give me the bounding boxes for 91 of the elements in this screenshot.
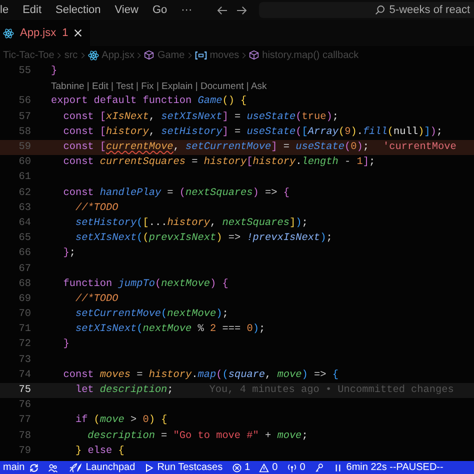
tab-label: App.jsx — [20, 27, 56, 39]
code-line: setCurrentMove(nextMove); — [74, 309, 228, 320]
chevron-icon — [137, 52, 142, 58]
line-number: 60 — [18, 157, 31, 168]
search-text: 5-weeks of react — [389, 4, 470, 16]
line-number: 64 — [18, 218, 31, 229]
cube-icon — [144, 50, 154, 60]
line-number: 69 — [18, 294, 31, 305]
forward-arrow-icon[interactable] — [236, 6, 248, 14]
line-number: 61 — [18, 172, 31, 184]
line-number: 68 — [18, 278, 31, 290]
chevron-icon — [57, 52, 62, 58]
launchpad-button[interactable]: Launchpad — [66, 462, 136, 473]
line-number: 72 — [18, 339, 31, 350]
error-hint: 'currentMove — [383, 142, 456, 154]
line-number: 67 — [18, 264, 31, 275]
line-number: 58 — [18, 126, 31, 138]
chevron-icon — [242, 52, 246, 58]
warning-count[interactable]: 0 — [259, 462, 278, 473]
editor-tab[interactable]: App.jsx 1 — [0, 20, 90, 46]
blame-annotation: You, 4 minutes ago • Uncommitted changes — [209, 385, 454, 396]
play-icon — [144, 462, 154, 472]
code-line: if (move > 0) { — [74, 415, 168, 426]
cube-icon — [249, 50, 260, 60]
line-number: 70 — [18, 309, 31, 320]
line-number: 66 — [18, 248, 31, 260]
menu-item[interactable]: ··· — [174, 4, 200, 16]
react-icon — [3, 28, 14, 38]
broadcast-icon — [286, 462, 297, 472]
code-line: const handlePlay = (nextSquares) => { — [62, 188, 290, 199]
chevron-icon — [80, 52, 85, 58]
error-icon — [232, 462, 242, 472]
code-line: export default function Game() { — [51, 96, 247, 108]
line-number: 59 — [18, 142, 31, 154]
code-line: const [currentMove, setCurrentMove] = useState(0); — [62, 142, 370, 154]
accounts-button[interactable] — [48, 462, 58, 472]
search-field[interactable]: 5-weeks of react — [259, 2, 474, 18]
code-lens[interactable]: Tabnine | Edit | Test | Fix | Explain | Document | Ask — [51, 81, 267, 92]
warning-icon — [259, 462, 270, 472]
line-number: 57 — [18, 112, 31, 123]
code-line: const [history, setHistory] = useState([Array(9).fill(null)]); — [62, 126, 442, 138]
line-number: 55 — [18, 66, 31, 78]
code-line: } else { — [74, 446, 124, 457]
menu-item[interactable]: le — [0, 4, 16, 16]
people-icon — [48, 462, 58, 472]
close-icon[interactable] — [74, 29, 82, 37]
code-line: setHistory([...history, nextSquares]); — [74, 218, 308, 229]
line-number: 56 — [18, 96, 31, 108]
problem-count: 1 — [62, 27, 68, 39]
code-line: let description; — [74, 385, 174, 396]
sync-button[interactable] — [28, 462, 39, 472]
code-line: setXIsNext((prevxIsNext) => !prevxIsNext); — [74, 233, 332, 244]
line-number: 76 — [18, 400, 31, 412]
menu-item[interactable]: Edit — [16, 4, 49, 16]
line-number: 77 — [18, 415, 31, 426]
line-number: 78 — [18, 430, 31, 442]
code-line: }; — [62, 248, 76, 260]
code-line: const currentSquares = history[history.length - 1]; — [62, 157, 376, 168]
back-arrow-icon[interactable] — [217, 6, 228, 14]
error-count[interactable]: 1 — [232, 462, 250, 473]
code-line: } — [62, 339, 70, 350]
key-icon — [314, 462, 324, 472]
line-number: 79 — [18, 446, 31, 457]
code-line: //*TODO — [74, 202, 118, 214]
search-icon — [375, 5, 386, 15]
code-line: } — [51, 66, 58, 78]
variable-icon — [194, 50, 207, 60]
key-button[interactable] — [314, 462, 324, 472]
line-number: 73 — [18, 354, 31, 366]
react-icon — [88, 50, 99, 60]
menu-item[interactable]: Go — [145, 4, 174, 16]
chevron-icon — [188, 52, 192, 58]
line-number: 65 — [18, 233, 31, 244]
line-number: 62 — [18, 188, 31, 199]
code-line: const [xIsNext, setXIsNext] = useState(true); — [62, 112, 338, 123]
menu-item[interactable]: Selection — [48, 4, 108, 16]
line-number: 71 — [18, 324, 31, 336]
run-testcases-button[interactable]: Run Testcases — [144, 462, 223, 473]
sync-icon — [28, 462, 39, 472]
menu-item[interactable]: View — [108, 4, 146, 16]
code-line: setXIsNext(nextMove % 2 === 0); — [74, 324, 266, 336]
code-line: description = "Go to move #" + move; — [86, 430, 308, 442]
line-number: 63 — [18, 202, 31, 214]
ports-count[interactable]: 0 — [286, 462, 306, 473]
code-line: //*TODO — [74, 294, 118, 305]
code-line: function jumpTo(nextMove) { — [62, 278, 228, 290]
line-number: 75 — [18, 385, 31, 396]
code-line: const moves = history.map((square, move) => { — [62, 370, 338, 381]
timer-status[interactable]: 6min 22s --PAUSED-- — [333, 462, 444, 473]
branch-status[interactable]: main — [3, 462, 25, 473]
line-number: 74 — [18, 370, 31, 381]
